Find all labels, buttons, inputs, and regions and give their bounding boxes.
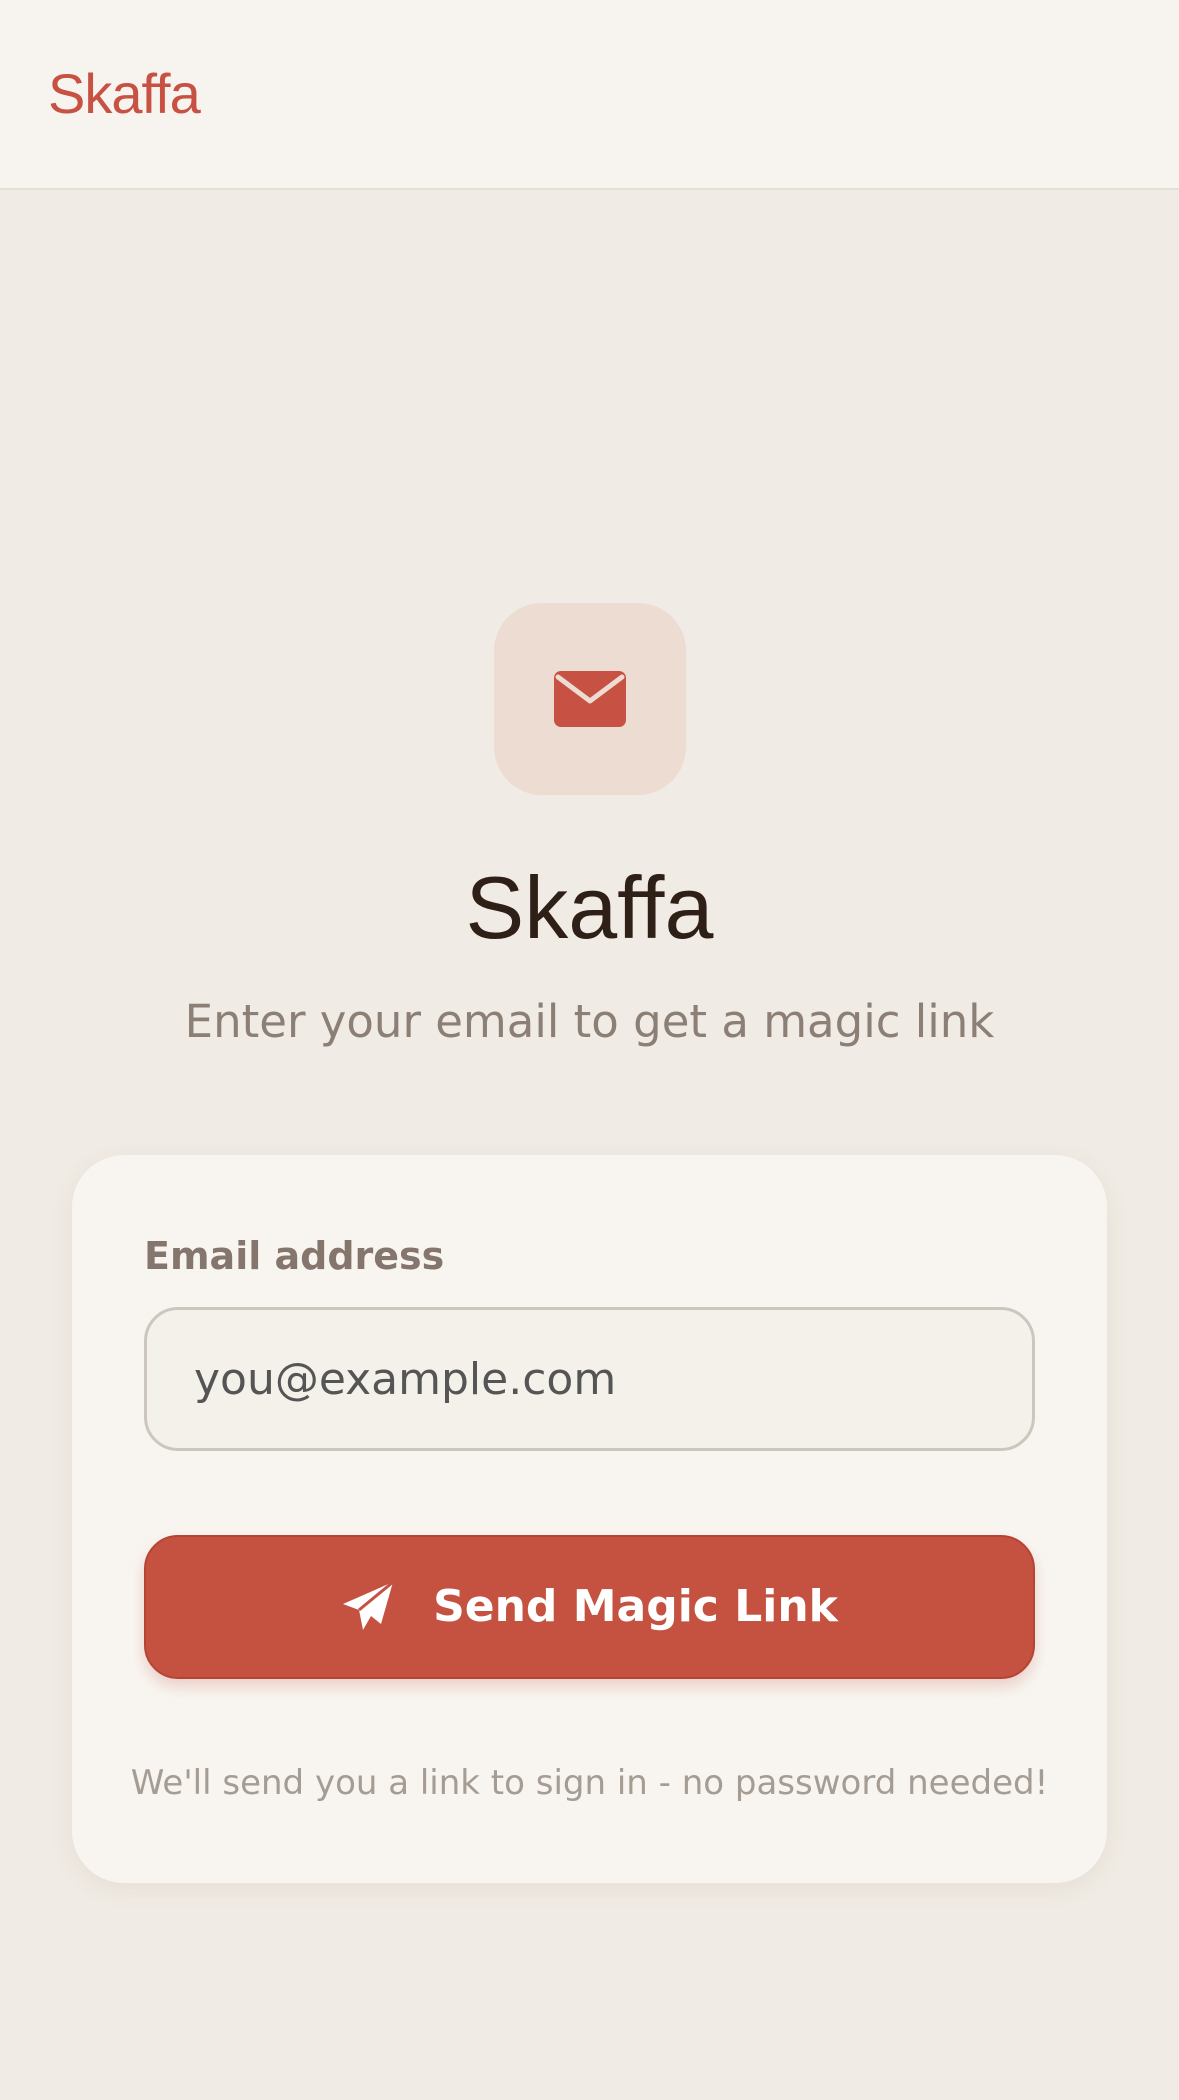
top-bar: Skaffa: [0, 0, 1179, 190]
send-magic-link-label: Send Magic Link: [433, 1581, 838, 1632]
paper-plane-icon: [343, 1580, 395, 1630]
envelope-icon-tile: [494, 603, 686, 795]
brand-logo[interactable]: Skaffa: [48, 58, 201, 130]
page-title: Skaffa: [465, 858, 714, 957]
login-card: Email address Send Magic Link We'll send…: [72, 1155, 1107, 1883]
helper-text: We'll send you a link to sign in - no pa…: [130, 1763, 1049, 1803]
page-subtitle: Enter your email to get a magic link: [184, 995, 995, 1048]
send-magic-link-button[interactable]: Send Magic Link: [144, 1535, 1035, 1679]
email-label: Email address: [144, 1234, 445, 1278]
envelope-icon: [554, 671, 626, 727]
email-field[interactable]: [144, 1307, 1035, 1451]
